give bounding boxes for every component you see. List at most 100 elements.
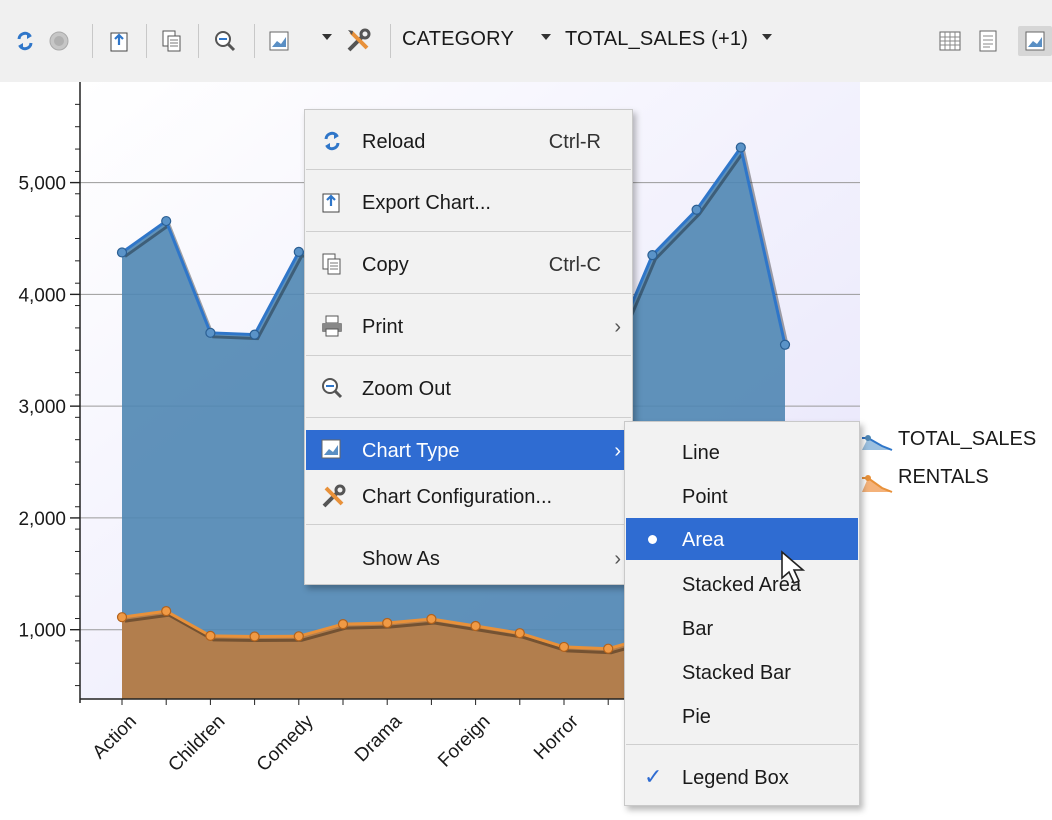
export-icon <box>320 190 346 214</box>
data-point-rentals <box>470 620 481 632</box>
chart-type-icon[interactable] <box>264 26 294 56</box>
data-point-total_sales <box>161 215 172 227</box>
data-point-rentals <box>514 628 525 639</box>
submenu-item-line[interactable]: Line <box>626 431 858 473</box>
submenu-item-label: Pie <box>682 706 711 728</box>
copy-icon <box>320 252 346 276</box>
total-sales-swatch-icon <box>862 435 893 451</box>
checkmark-icon: ✓ <box>644 764 663 789</box>
legend-label-total-sales: TOTAL_SALES <box>898 428 1037 450</box>
y-tick-label: 4,000 <box>18 285 66 306</box>
submenu-item-bar[interactable]: Bar <box>626 607 858 649</box>
data-point-rentals <box>161 606 172 617</box>
data-point-total_sales <box>647 250 658 261</box>
submenu-item-area[interactable]: Area <box>626 518 858 560</box>
zoom-out-icon[interactable] <box>210 26 240 56</box>
legend-label-rentals: RENTALS <box>898 466 989 488</box>
menu-separator <box>306 524 631 525</box>
data-point-total_sales <box>735 142 746 153</box>
menu-item-zoom-out[interactable]: Zoom Out <box>306 368 631 408</box>
chart-config-icon[interactable] <box>342 26 376 56</box>
stop-icon[interactable] <box>44 26 74 56</box>
menu-item-show-as[interactable]: Show As › <box>306 538 631 578</box>
category-field-selector[interactable]: CATEGORY <box>402 28 514 51</box>
toolbar-separator <box>198 24 199 58</box>
submenu-item-label: Area <box>682 529 725 551</box>
data-point-rentals <box>293 631 304 642</box>
chart-view-icon[interactable] <box>1018 26 1052 56</box>
toolbar-separator <box>146 24 147 58</box>
data-point-total_sales <box>779 339 791 350</box>
value-field-selector[interactable]: TOTAL_SALES (+1) <box>565 28 748 51</box>
submenu-item-label: Line <box>682 442 720 464</box>
menu-item-label: Chart Type <box>362 440 460 462</box>
export-icon[interactable] <box>104 26 134 56</box>
copy-icon[interactable] <box>156 26 186 56</box>
data-point-rentals <box>205 630 216 641</box>
menu-item-label: Reload <box>362 131 426 153</box>
grid-view-icon[interactable] <box>934 26 966 56</box>
menu-item-chart-configuration[interactable]: Chart Configuration... <box>306 476 631 516</box>
menu-item-label: Export Chart... <box>362 192 491 214</box>
submenu-item-stacked-bar[interactable]: Stacked Bar <box>626 651 858 693</box>
menu-separator <box>306 355 631 356</box>
x-tick-label: Drama <box>351 711 406 766</box>
submenu-item-label: Legend Box <box>682 767 789 789</box>
chart-toolbar: CATEGORY TOTAL_SALES (+1) <box>0 0 1052 82</box>
chart-type-submenu: Line Point Area Stacked Area Bar Stacked… <box>624 421 860 806</box>
toolbar-separator <box>254 24 255 58</box>
data-point-rentals <box>426 613 437 625</box>
submenu-item-label: Bar <box>682 618 714 640</box>
x-tick-label: Comedy <box>253 711 318 776</box>
chart-type-icon <box>320 438 346 462</box>
data-point-total_sales <box>249 329 260 340</box>
menu-item-reload[interactable]: Reload Ctrl-R <box>306 121 631 161</box>
menu-item-label: Chart Configuration... <box>362 486 553 508</box>
toolbar-separator <box>390 24 391 58</box>
submenu-arrow-icon: › <box>614 440 621 462</box>
submenu-arrow-icon: › <box>614 316 621 338</box>
menu-separator <box>306 417 631 418</box>
text-view-icon[interactable] <box>972 26 1004 56</box>
category-dropdown-icon[interactable] <box>541 34 551 40</box>
printer-icon <box>320 314 346 338</box>
data-point-rentals <box>337 619 349 630</box>
chart-type-dropdown-icon[interactable] <box>322 34 332 40</box>
chart-config-icon <box>320 484 346 508</box>
reload-icon <box>320 129 346 153</box>
menu-item-label: Print <box>362 316 404 338</box>
x-tick-label: Children <box>164 711 229 776</box>
data-point-rentals <box>249 631 260 642</box>
submenu-item-legend-box[interactable]: ✓ Legend Box <box>626 756 858 798</box>
data-point-total_sales <box>116 247 128 258</box>
y-tick-label: 2,000 <box>18 509 66 530</box>
y-tick-label: 5,000 <box>18 174 66 195</box>
menu-item-copy[interactable]: Copy Ctrl-C <box>306 244 631 284</box>
y-tick-label: 3,000 <box>18 397 66 418</box>
chart-context-menu: Reload Ctrl-R Export Chart... Copy Ctrl-… <box>304 109 633 585</box>
submenu-item-pie[interactable]: Pie <box>626 695 858 737</box>
submenu-item-label: Point <box>682 486 728 508</box>
data-point-rentals <box>603 643 614 654</box>
toolbar-separator <box>92 24 93 58</box>
menu-item-print[interactable]: Print › <box>306 306 631 346</box>
reload-icon[interactable] <box>10 26 40 56</box>
menu-separator <box>306 231 631 232</box>
data-point-rentals <box>558 641 570 653</box>
menu-item-shortcut: Ctrl-C <box>548 254 601 276</box>
value-dropdown-icon[interactable] <box>762 34 772 40</box>
x-tick-label: Action <box>89 711 141 763</box>
menu-item-chart-type[interactable]: Chart Type › <box>306 430 631 470</box>
x-tick-label: Horror <box>530 711 583 764</box>
submenu-item-point[interactable]: Point <box>626 475 858 517</box>
data-point-rentals <box>116 612 128 623</box>
data-point-total_sales <box>691 204 702 215</box>
submenu-item-stacked-area[interactable]: Stacked Area <box>626 563 858 605</box>
menu-item-label: Zoom Out <box>362 378 451 400</box>
menu-separator <box>626 744 858 745</box>
zoom-out-icon <box>320 376 346 400</box>
menu-item-label: Copy <box>362 254 409 276</box>
menu-item-export-chart[interactable]: Export Chart... <box>306 182 631 222</box>
menu-separator <box>306 293 631 294</box>
data-point-rentals <box>382 617 393 629</box>
